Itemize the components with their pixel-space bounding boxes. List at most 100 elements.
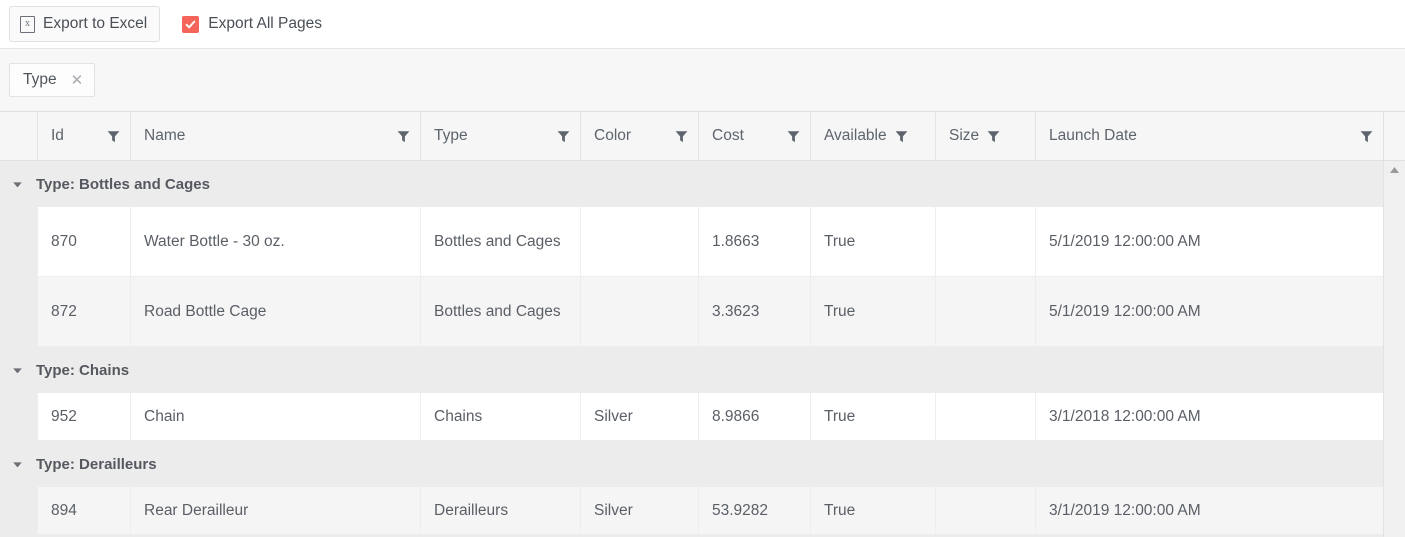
close-icon[interactable]: ✕ bbox=[71, 73, 84, 88]
cell-value: Bottles and Cages bbox=[434, 302, 561, 320]
cell-value: True bbox=[824, 407, 856, 425]
cell-value: True bbox=[824, 232, 856, 250]
column-header-label: Size bbox=[949, 127, 980, 145]
column-header-name[interactable]: Name bbox=[130, 112, 420, 160]
table-row[interactable]: 870 Water Bottle - 30 oz. Bottles and Cage… bbox=[0, 207, 1405, 277]
group-header-row[interactable]: Type: Derailleurs bbox=[0, 441, 1405, 487]
table-row[interactable]: 894 Rear Derailleur Derailleurs Silver 53.92… bbox=[0, 487, 1405, 535]
row-gutter bbox=[0, 393, 37, 441]
group-header-label: Type: Derailleurs bbox=[36, 455, 157, 473]
column-header-color[interactable]: Color bbox=[580, 112, 698, 160]
cell-size[interactable] bbox=[935, 277, 1035, 347]
cell-value: Silver bbox=[594, 501, 633, 519]
filter-chip-type[interactable]: Type ✕ bbox=[9, 63, 96, 97]
group-header-label: Type: Bottles and Cages bbox=[36, 175, 210, 193]
cell-available[interactable]: True bbox=[810, 207, 935, 277]
vertical-scrollbar[interactable] bbox=[1383, 112, 1405, 537]
filter-icon[interactable] bbox=[987, 130, 1000, 143]
cell-value: 894 bbox=[51, 501, 77, 519]
cell-size[interactable] bbox=[935, 207, 1035, 277]
export-all-pages-checkbox[interactable]: Export All Pages bbox=[182, 15, 322, 33]
cell-type[interactable]: Chains bbox=[420, 393, 580, 441]
cell-available[interactable]: True bbox=[810, 393, 935, 441]
filter-icon[interactable] bbox=[787, 130, 800, 143]
filter-chip-bar: Type ✕ bbox=[0, 49, 1405, 112]
cell-id[interactable]: 872 bbox=[37, 277, 130, 347]
toolbar: x Export to Excel Export All Pages bbox=[0, 0, 1405, 49]
filter-icon[interactable] bbox=[1360, 130, 1373, 143]
column-header-label: Id bbox=[51, 127, 64, 145]
cell-type[interactable]: Bottles and Cages bbox=[420, 277, 580, 347]
cell-name[interactable]: Water Bottle - 30 oz. bbox=[130, 207, 420, 277]
excel-file-icon: x bbox=[20, 15, 35, 33]
cell-cost[interactable]: 3.3623 bbox=[698, 277, 810, 347]
filter-icon[interactable] bbox=[895, 130, 908, 143]
export-all-pages-label: Export All Pages bbox=[208, 15, 322, 33]
chevron-down-icon[interactable] bbox=[12, 179, 23, 190]
cell-color[interactable]: Silver bbox=[580, 487, 698, 535]
cell-value: 952 bbox=[51, 407, 77, 425]
cell-type[interactable]: Bottles and Cages bbox=[420, 207, 580, 277]
cell-launch[interactable]: 5/1/2019 12:00:00 AM bbox=[1035, 207, 1383, 277]
cell-value: Silver bbox=[594, 407, 633, 425]
filter-icon[interactable] bbox=[675, 130, 688, 143]
column-header-type[interactable]: Type bbox=[420, 112, 580, 160]
cell-id[interactable]: 952 bbox=[37, 393, 130, 441]
data-grid: Id Name Type Color Cost Available Size Launch D… bbox=[0, 112, 1405, 537]
checkbox-checked-icon[interactable] bbox=[182, 15, 200, 33]
chevron-down-icon[interactable] bbox=[12, 365, 23, 376]
cell-color[interactable] bbox=[580, 277, 698, 347]
cell-name[interactable]: Rear Derailleur bbox=[130, 487, 420, 535]
column-header-cost[interactable]: Cost bbox=[698, 112, 810, 160]
column-header-label: Cost bbox=[712, 127, 744, 145]
filter-chip-label: Type bbox=[23, 71, 57, 89]
filter-icon[interactable] bbox=[397, 130, 410, 143]
group-header-row[interactable]: Type: Chains bbox=[0, 347, 1405, 393]
column-header-label: Name bbox=[144, 127, 186, 145]
cell-color[interactable]: Silver bbox=[580, 393, 698, 441]
cell-value: Bottles and Cages bbox=[434, 232, 561, 250]
grid-header-gutter bbox=[0, 112, 37, 160]
cell-value: 8.9866 bbox=[712, 407, 760, 425]
cell-launch[interactable]: 3/1/2018 12:00:00 AM bbox=[1035, 393, 1383, 441]
scroll-up-arrow-icon[interactable] bbox=[1384, 161, 1405, 179]
cell-value: 872 bbox=[51, 302, 77, 320]
table-row[interactable]: 872 Road Bottle Cage Bottles and Cages 3.36… bbox=[0, 277, 1405, 347]
cell-value: 5/1/2019 12:00:00 AM bbox=[1049, 232, 1201, 250]
cell-launch[interactable]: 3/1/2019 12:00:00 AM bbox=[1035, 487, 1383, 535]
column-header-id[interactable]: Id bbox=[37, 112, 130, 160]
cell-type[interactable]: Derailleurs bbox=[420, 487, 580, 535]
row-gutter bbox=[0, 487, 37, 535]
chevron-down-icon[interactable] bbox=[12, 459, 23, 470]
column-header-label: Type bbox=[434, 127, 468, 145]
column-header-size[interactable]: Size bbox=[935, 112, 1035, 160]
cell-value: True bbox=[824, 302, 856, 320]
export-to-excel-button[interactable]: x Export to Excel bbox=[9, 6, 161, 42]
cell-value: Rear Derailleur bbox=[144, 501, 249, 519]
filter-icon[interactable] bbox=[557, 130, 570, 143]
cell-value: Chain bbox=[144, 407, 185, 425]
cell-id[interactable]: 870 bbox=[37, 207, 130, 277]
cell-name[interactable]: Road Bottle Cage bbox=[130, 277, 420, 347]
cell-color[interactable] bbox=[580, 207, 698, 277]
cell-name[interactable]: Chain bbox=[130, 393, 420, 441]
cell-cost[interactable]: 8.9866 bbox=[698, 393, 810, 441]
cell-value: 5/1/2019 12:00:00 AM bbox=[1049, 302, 1201, 320]
column-header-available[interactable]: Available bbox=[810, 112, 935, 160]
cell-available[interactable]: True bbox=[810, 487, 935, 535]
cell-cost[interactable]: 53.9282 bbox=[698, 487, 810, 535]
cell-size[interactable] bbox=[935, 487, 1035, 535]
column-header-launch[interactable]: Launch Date bbox=[1035, 112, 1383, 160]
row-gutter bbox=[0, 277, 37, 347]
cell-size[interactable] bbox=[935, 393, 1035, 441]
cell-cost[interactable]: 1.8663 bbox=[698, 207, 810, 277]
filter-icon[interactable] bbox=[107, 130, 120, 143]
group-header-row[interactable]: Type: Bottles and Cages bbox=[0, 161, 1405, 207]
cell-available[interactable]: True bbox=[810, 277, 935, 347]
cell-id[interactable]: 894 bbox=[37, 487, 130, 535]
row-gutter bbox=[0, 207, 37, 277]
table-row[interactable]: 952 Chain Chains Silver 8.9866 True 3/1/2018 1… bbox=[0, 393, 1405, 441]
cell-launch[interactable]: 5/1/2019 12:00:00 AM bbox=[1035, 277, 1383, 347]
cell-value: 3/1/2019 12:00:00 AM bbox=[1049, 501, 1201, 519]
cell-value: 1.8663 bbox=[712, 232, 760, 250]
